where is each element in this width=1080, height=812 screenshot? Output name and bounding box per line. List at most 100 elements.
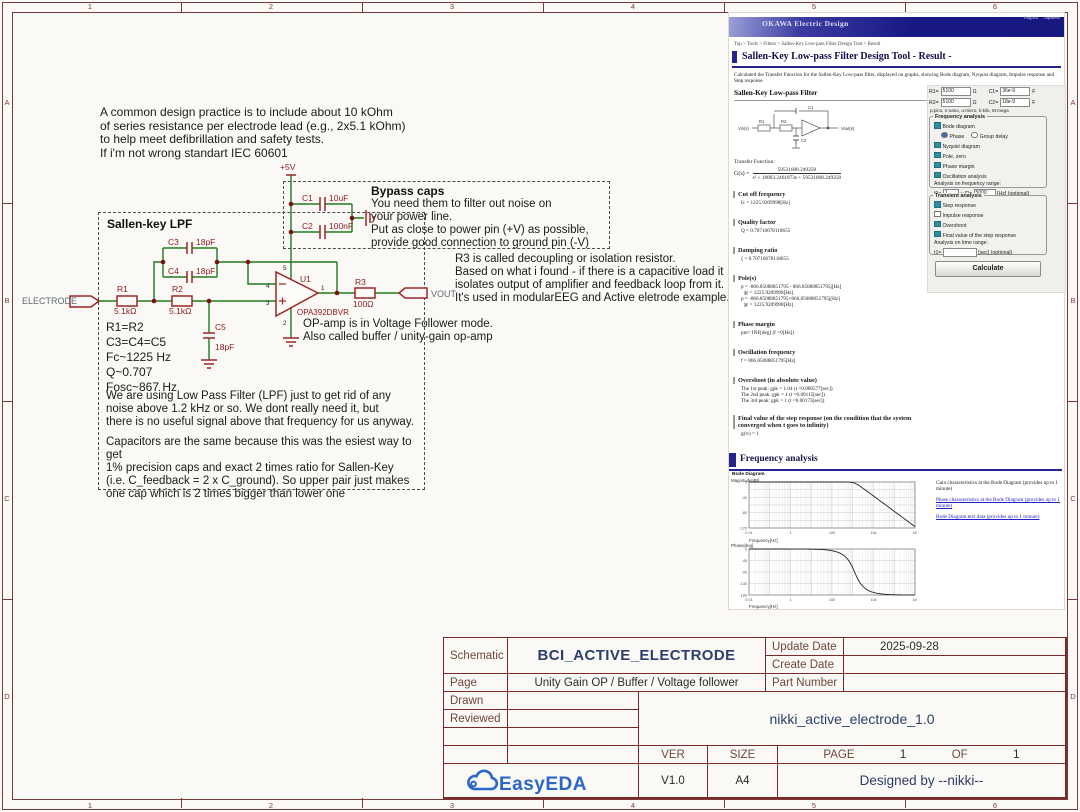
r1-input[interactable]: 5100: [941, 87, 971, 96]
schematic-title: BCI_ACTIVE_ELECTRODE: [508, 638, 766, 674]
sketch-vout-label: Vout(s): [841, 126, 855, 131]
create-date-label: Create Date: [766, 656, 844, 674]
result-damping: Damping ratioζ = 0.70710678118655: [733, 247, 933, 262]
port-vout: [399, 288, 427, 298]
freq-range-label: Analysis on frequency range:: [934, 182, 1043, 188]
frequency-analysis-fieldset: Frequency analysis Bode diagram Phase Gr…: [929, 116, 1047, 188]
c1-ref: C1: [302, 193, 313, 203]
checkbox-phase-margin[interactable]: [934, 162, 941, 169]
svg-text:10k: 10k: [870, 531, 876, 535]
reviewed-value: [508, 710, 639, 728]
site-title: OKAWA Electric Design: [762, 19, 849, 28]
document-name: nikki_active_electrode_1.0: [639, 692, 1066, 746]
svg-text:0.01: 0.01: [745, 531, 752, 535]
c1-input[interactable]: 36e-9: [1000, 87, 1030, 96]
bode-magnitude-plot: 0-40-80-1200.01110010k1M: [731, 480, 917, 540]
svg-text:10k: 10k: [870, 598, 876, 602]
checkbox-impulse-response[interactable]: [934, 211, 941, 218]
u1-ref: U1: [300, 274, 311, 284]
svg-text:-45: -45: [742, 559, 748, 563]
nav-link-japanese[interactable]: Japanese: [1044, 15, 1060, 20]
svg-text:1: 1: [321, 285, 325, 292]
intro-paragraph: Calculated the Transfer Function for the…: [734, 72, 1060, 84]
part-number-label: Part Number: [766, 674, 844, 692]
svg-text:-90: -90: [742, 571, 748, 575]
transient-analysis-fieldset: Transient analysis Step response Impulse…: [929, 195, 1047, 255]
frequency-analysis-heading: Frequency analysis: [740, 454, 818, 464]
radio-phase[interactable]: [941, 132, 948, 139]
c4-value: 18pF: [196, 266, 215, 276]
create-date-value: [844, 656, 1066, 674]
result-poles: Pole(s)p = -866.85088851795 - 866.850888…: [733, 275, 933, 308]
ver-label: VER: [639, 746, 708, 764]
svg-text:R2: R2: [781, 119, 787, 124]
r2-input[interactable]: 5100: [941, 98, 971, 107]
easyeda-logo: EasyEDA: [444, 764, 639, 798]
svg-text:-80: -80: [742, 511, 748, 515]
svg-text:100: 100: [829, 598, 835, 602]
c4-ref: C4: [168, 266, 179, 276]
drawn-value: [508, 692, 639, 710]
transfer-function-label: Transfer Function:: [734, 159, 775, 165]
resistor-r1: [117, 296, 137, 306]
form-row-r2c2: R2= 5100 Ω C2= 18e-9 F: [929, 98, 1062, 107]
r3-value: 100Ω: [353, 299, 374, 309]
svg-text:2: 2: [283, 320, 287, 327]
vout-port-label: VOUT: [431, 289, 457, 299]
checkbox-final-value[interactable]: [934, 231, 941, 238]
t1-input[interactable]: [943, 248, 977, 257]
schematic-sheet: 1 2 3 4 5 6 1 2 3 4 5 6 A B C D A B C D …: [0, 0, 1080, 812]
wires: [99, 175, 399, 360]
breadcrumb[interactable]: Top > Tools > Filters > Sallen-Key Low-p…: [734, 42, 880, 47]
svg-text:1M: 1M: [912, 531, 917, 535]
r1-ref: R1: [117, 284, 128, 294]
checkbox-oscillation[interactable]: [934, 172, 941, 179]
c1-value: 10uF: [329, 193, 348, 203]
units-note: p:pico, n:nano, u:micro, k:kilo, M:mega: [930, 108, 1009, 113]
filter-circuit-sketch: Vin(s) R1 R2 C1 C2 Vout(s): [738, 104, 888, 152]
page-of-row: PAGE1 OF1: [778, 746, 1066, 764]
nav-link-english[interactable]: English: [1024, 15, 1038, 20]
resistor-r2: [172, 296, 192, 306]
time-range-inputs: t1= [sec] (optional): [934, 248, 1043, 257]
checkbox-pole-zero[interactable]: [934, 152, 941, 159]
link-gain-characteristics[interactable]: Gain characteristics at the Bode Diagram…: [936, 480, 1063, 492]
c3-value: 18pF: [196, 237, 215, 247]
checkbox-overshoot[interactable]: [934, 221, 941, 228]
checkbox-step-response[interactable]: [934, 201, 941, 208]
link-bode-text-data[interactable]: Bode Diagram text data (provides up to 1…: [936, 514, 1063, 520]
checkbox-nyquist[interactable]: [934, 142, 941, 149]
link-phase-characteristics[interactable]: Phase characteristics at the Bode Diagra…: [936, 497, 1063, 509]
sketch-vin-label: Vin(s): [738, 126, 749, 131]
title-block: Schematic BCI_ACTIVE_ELECTRODE Update Da…: [443, 637, 1067, 799]
component-labels: R1 5.1kΩ R2 5.1kΩ R3 100Ω C3 18pF C4 18p…: [114, 162, 374, 352]
u1-value: OPA392DBVR: [297, 308, 349, 317]
resistor-r3: [355, 288, 375, 298]
bode-phase-plot: 0-45-90-135-1800.01110010k1M: [731, 547, 917, 607]
result-final-value: Final value of the step response (on the…: [733, 415, 933, 437]
svg-text:0: 0: [745, 481, 747, 485]
update-date-value: 2025-09-28: [844, 638, 1066, 656]
svg-text:-40: -40: [742, 496, 748, 500]
r2-ref: R2: [172, 284, 183, 294]
svg-text:1: 1: [789, 531, 791, 535]
checkbox-bode-diagram[interactable]: [934, 122, 941, 129]
section-marker: [729, 453, 736, 467]
c2-input[interactable]: 18e-9: [1000, 98, 1030, 107]
radio-group-delay[interactable]: [971, 132, 978, 139]
result-quality: Quality factorQ = 0.70710678118655: [733, 219, 933, 234]
easyeda-logo-graphic: EasyEDA: [461, 766, 621, 796]
svg-text:100: 100: [829, 531, 835, 535]
result-cutoff: Cut off frequencyfc = 1225.9209998[Hz]: [733, 191, 933, 206]
r2-value: 5.1kΩ: [169, 306, 191, 316]
size-value: A4: [708, 764, 778, 798]
filter-heading: Sallen-Key Low-pass Filter: [734, 89, 817, 97]
c2-ref: C2: [302, 221, 313, 231]
page-value: Unity Gain OP / Buffer / Voltage followe…: [508, 674, 766, 692]
svg-text:R1: R1: [759, 119, 765, 124]
frequency-axis-label: Frequency[Hz]: [749, 538, 778, 543]
bode-diagram-label: Bode Diagram: [732, 472, 765, 477]
ver-value: V1.0: [639, 764, 708, 798]
calculate-button[interactable]: Calculate: [935, 261, 1041, 277]
update-date-label: Update Date: [766, 638, 844, 656]
